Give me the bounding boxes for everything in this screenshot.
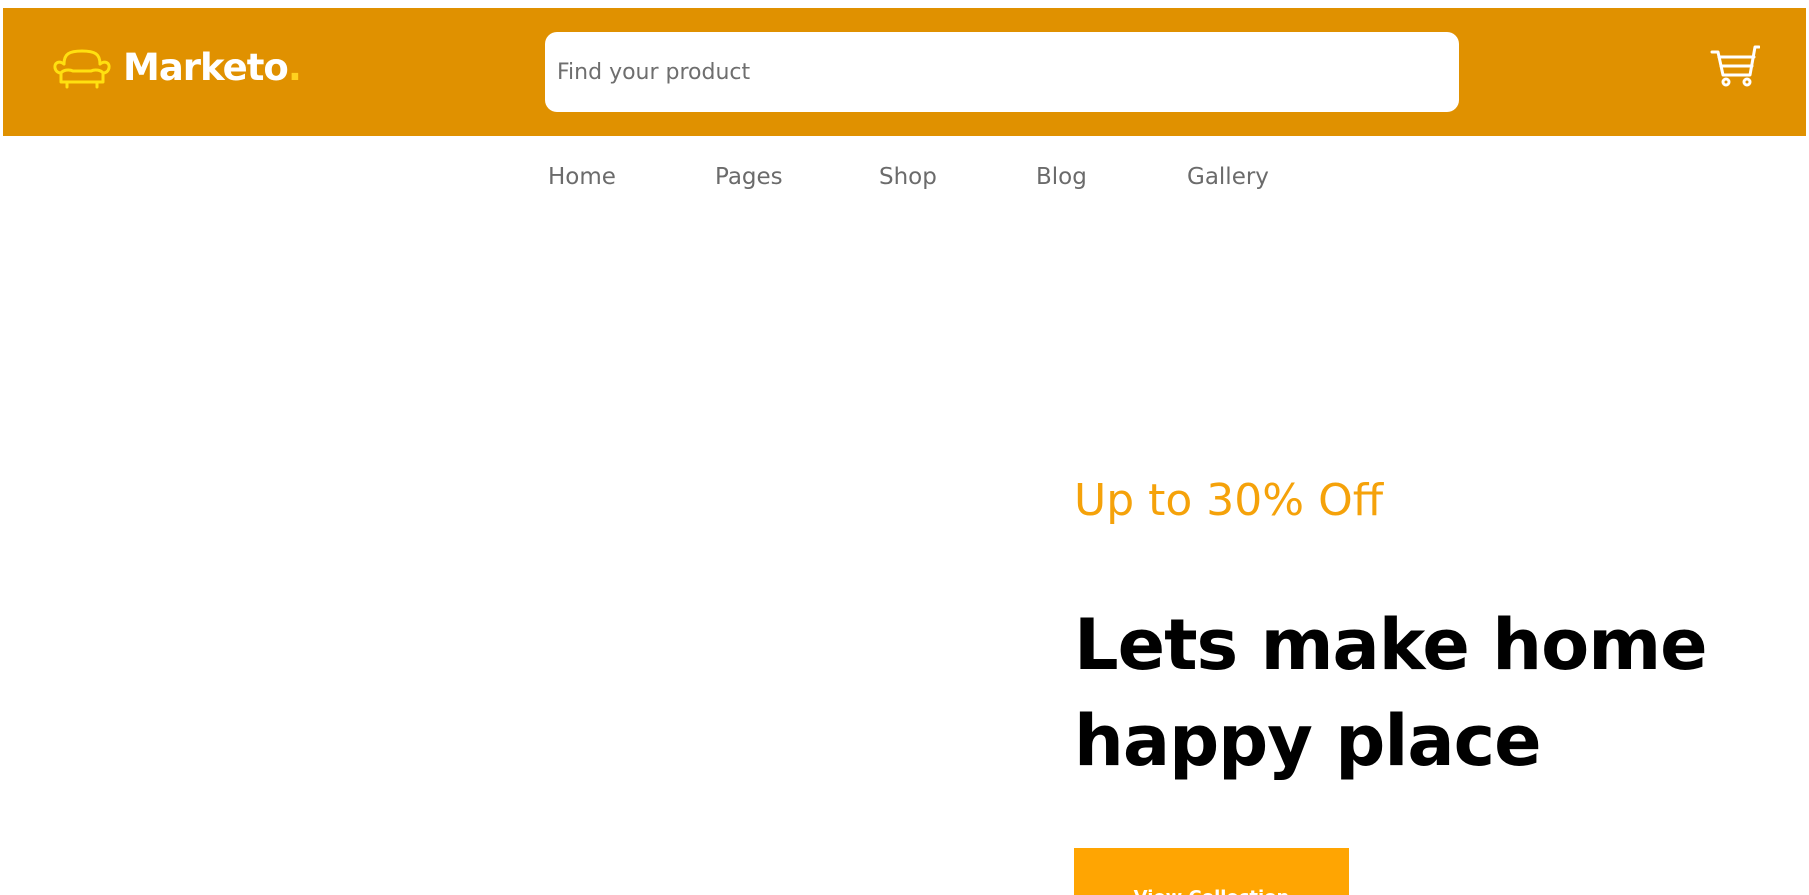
hero-title: Lets make home happy place — [1074, 597, 1794, 789]
main-nav: Home Pages Shop Blog Gallery — [0, 160, 1809, 194]
nav-item-home[interactable]: Home — [548, 160, 616, 194]
nav-item-pages[interactable]: Pages — [715, 160, 783, 194]
hero-offer: Up to 30% Off — [1074, 475, 1384, 526]
view-collection-button[interactable]: View Collection — [1074, 848, 1349, 895]
sofa-icon — [51, 44, 113, 92]
hero-title-line-2: happy place — [1074, 700, 1542, 782]
cart-icon — [1710, 42, 1760, 88]
brand-dot: . — [287, 46, 302, 89]
search-input[interactable] — [545, 32, 1459, 112]
brand-logo[interactable]: Marketo. — [51, 44, 302, 92]
nav-item-blog[interactable]: Blog — [1036, 160, 1087, 194]
cart-button[interactable] — [1710, 42, 1760, 88]
hero-title-line-1: Lets make home — [1074, 604, 1708, 686]
site-header: Marketo. — [3, 8, 1806, 136]
nav-item-gallery[interactable]: Gallery — [1187, 160, 1269, 194]
brand-name: Marketo. — [123, 46, 302, 89]
nav-item-shop[interactable]: Shop — [879, 160, 937, 194]
page: Marketo. Home Pages Shop Blog Gallery Up… — [0, 0, 1809, 895]
